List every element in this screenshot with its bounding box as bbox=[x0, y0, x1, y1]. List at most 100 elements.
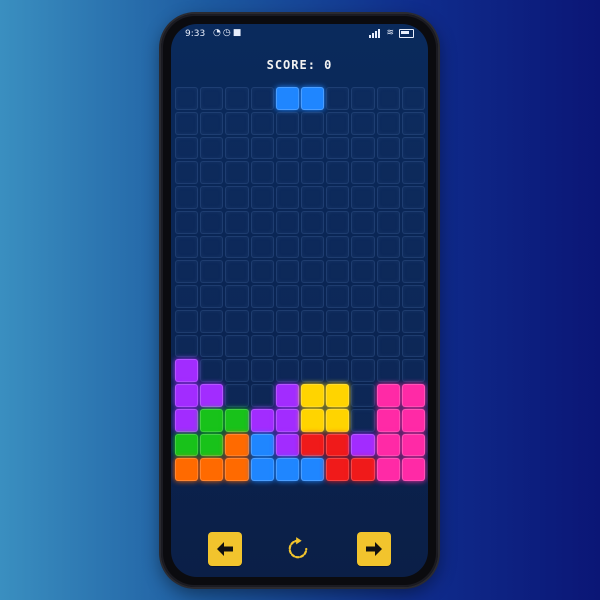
empty-cell bbox=[200, 235, 224, 259]
empty-cell bbox=[250, 111, 274, 135]
empty-cell bbox=[401, 334, 425, 358]
empty-cell bbox=[326, 136, 350, 160]
empty-cell bbox=[351, 309, 375, 333]
empty-cell bbox=[300, 161, 325, 184]
empty-cell bbox=[326, 235, 350, 259]
empty-cell bbox=[351, 87, 375, 110]
filled-block bbox=[401, 458, 425, 481]
empty-cell bbox=[175, 285, 199, 308]
empty-cell bbox=[225, 359, 249, 382]
empty-cell bbox=[326, 309, 350, 333]
empty-cell bbox=[376, 186, 400, 209]
empty-cell bbox=[351, 260, 375, 283]
empty-cell bbox=[401, 111, 425, 135]
filled-block bbox=[326, 433, 350, 457]
filled-block bbox=[326, 384, 350, 407]
empty-cell bbox=[175, 235, 199, 259]
phone-frame: 9:33 ◔◷■ ≋ SCORE: 0 bbox=[161, 14, 438, 587]
empty-cell bbox=[250, 161, 274, 184]
empty-cell bbox=[200, 111, 224, 135]
empty-cell bbox=[351, 285, 375, 308]
move-left-button[interactable] bbox=[208, 532, 242, 566]
empty-cell bbox=[376, 260, 400, 283]
filled-block bbox=[376, 408, 400, 432]
empty-cell bbox=[175, 136, 199, 160]
game-screen: 9:33 ◔◷■ ≋ SCORE: 0 bbox=[171, 24, 428, 577]
filled-block bbox=[275, 458, 299, 481]
status-time: 9:33 bbox=[185, 29, 206, 39]
filled-block bbox=[326, 458, 350, 481]
empty-cell bbox=[351, 384, 375, 407]
empty-cell bbox=[275, 285, 299, 308]
empty-cell bbox=[175, 186, 199, 209]
empty-cell bbox=[250, 235, 274, 259]
empty-cell bbox=[250, 359, 274, 382]
empty-cell bbox=[250, 260, 274, 283]
empty-cell bbox=[175, 210, 199, 234]
filled-block bbox=[225, 408, 249, 432]
move-right-button[interactable] bbox=[357, 532, 391, 566]
empty-cell bbox=[275, 111, 299, 135]
empty-cell bbox=[351, 161, 375, 184]
empty-cell bbox=[401, 235, 425, 259]
empty-cell bbox=[200, 359, 224, 382]
empty-cell bbox=[401, 359, 425, 382]
empty-cell bbox=[351, 111, 375, 135]
empty-cell bbox=[401, 87, 425, 110]
empty-cell bbox=[351, 334, 375, 358]
empty-cell bbox=[200, 87, 224, 110]
empty-cell bbox=[275, 309, 299, 333]
filled-block bbox=[275, 384, 299, 407]
active-piece-block bbox=[275, 87, 299, 110]
empty-cell bbox=[300, 136, 325, 160]
empty-cell bbox=[175, 334, 199, 358]
empty-cell bbox=[300, 359, 325, 382]
filled-block bbox=[351, 433, 375, 457]
empty-cell bbox=[275, 334, 299, 358]
active-piece-block bbox=[300, 87, 325, 110]
empty-cell bbox=[225, 87, 249, 110]
battery-icon bbox=[399, 28, 414, 38]
empty-cell bbox=[376, 111, 400, 135]
empty-cell bbox=[326, 334, 350, 358]
filled-block bbox=[401, 433, 425, 457]
empty-cell bbox=[225, 309, 249, 333]
empty-cell bbox=[376, 334, 400, 358]
filled-block bbox=[250, 408, 274, 432]
empty-cell bbox=[401, 285, 425, 308]
empty-cell bbox=[326, 161, 350, 184]
empty-cell bbox=[401, 186, 425, 209]
filled-block bbox=[300, 458, 325, 481]
empty-cell bbox=[175, 111, 199, 135]
empty-cell bbox=[225, 260, 249, 283]
filled-block bbox=[275, 408, 299, 432]
empty-cell bbox=[300, 111, 325, 135]
empty-cell bbox=[200, 285, 224, 308]
empty-cell bbox=[376, 136, 400, 160]
empty-cell bbox=[200, 136, 224, 160]
empty-cell bbox=[326, 359, 350, 382]
filled-block bbox=[250, 458, 274, 481]
empty-cell bbox=[326, 210, 350, 234]
empty-cell bbox=[351, 210, 375, 234]
empty-cell bbox=[300, 235, 325, 259]
empty-cell bbox=[275, 235, 299, 259]
empty-cell bbox=[200, 186, 224, 209]
empty-cell bbox=[351, 136, 375, 160]
empty-cell bbox=[326, 87, 350, 110]
video-icon: ■ bbox=[232, 28, 244, 38]
empty-cell bbox=[326, 111, 350, 135]
filled-block bbox=[175, 458, 199, 481]
empty-cell bbox=[275, 186, 299, 209]
rotate-button[interactable] bbox=[281, 532, 315, 566]
filled-block bbox=[175, 359, 199, 382]
alarm-icon: ◷ bbox=[222, 28, 233, 38]
empty-cell bbox=[275, 359, 299, 382]
filled-block bbox=[300, 433, 325, 457]
empty-cell bbox=[175, 260, 199, 283]
empty-cell bbox=[225, 285, 249, 308]
status-bar: 9:33 ◔◷■ ≋ bbox=[171, 24, 428, 44]
game-board[interactable] bbox=[174, 86, 426, 482]
empty-cell bbox=[250, 136, 274, 160]
empty-cell bbox=[376, 210, 400, 234]
